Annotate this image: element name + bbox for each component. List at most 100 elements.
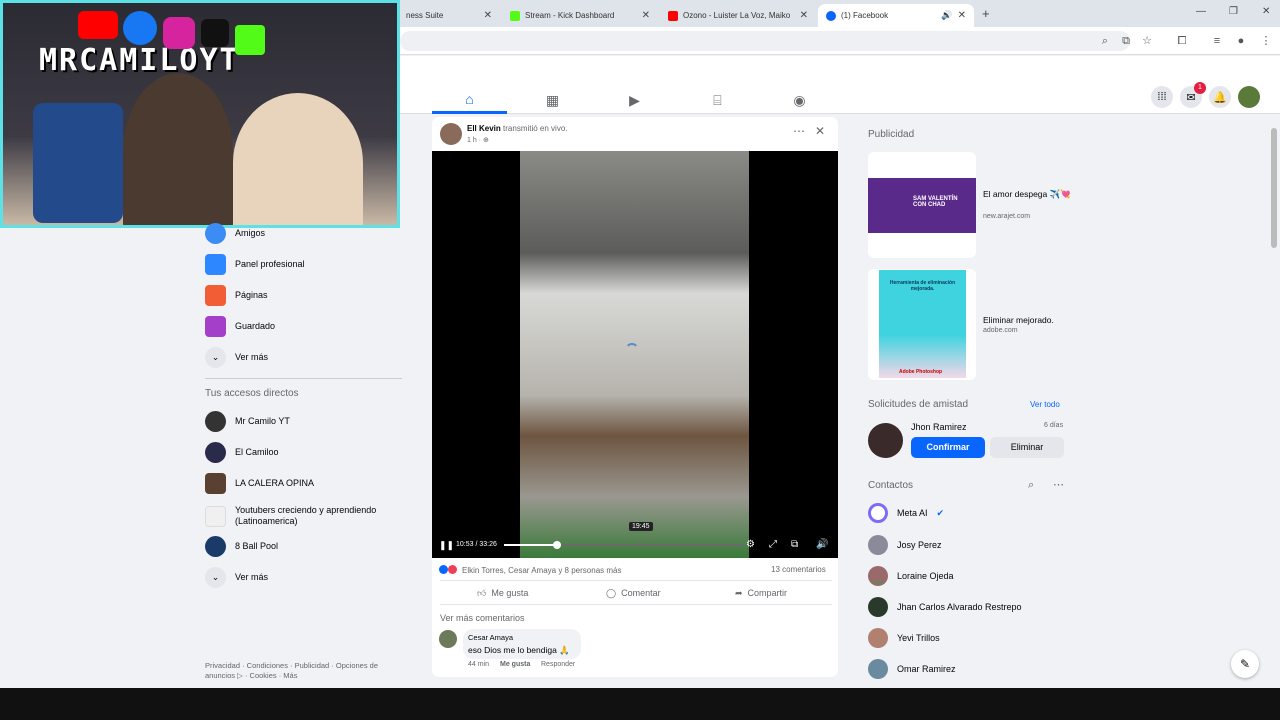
speaker-icon[interactable]: 🔊: [941, 10, 952, 21]
contact-item[interactable]: Yevi Trillos: [868, 627, 940, 649]
ad-image-adobe[interactable]: Herramienta de eliminación mejorada. Ado…: [879, 270, 966, 378]
volume-icon[interactable]: 🔊: [816, 539, 828, 550]
shortcut-item[interactable]: El Camiloo: [205, 441, 279, 463]
comments-count[interactable]: 13 comentarios: [771, 565, 826, 574]
ad-title[interactable]: El amor despega ✈️💘: [983, 189, 1078, 200]
shortcut-label: Mr Camilo YT: [235, 416, 290, 426]
new-tab-button[interactable]: +: [982, 6, 990, 21]
ads-title: Publicidad: [868, 129, 915, 140]
picture-in-picture-icon[interactable]: ⧉: [791, 539, 798, 550]
close-tab-icon[interactable]: ✕: [800, 10, 808, 21]
pause-icon[interactable]: ❚❚: [439, 540, 454, 551]
nav-saved[interactable]: Guardado: [205, 315, 275, 337]
install-app-icon[interactable]: ⧉: [1118, 33, 1134, 49]
nav-friends[interactable]: Amigos: [205, 222, 265, 244]
shortcuts-title: Tus accesos directos: [205, 388, 299, 399]
friend-requests-title: Solicitudes de amistad: [868, 399, 969, 410]
ad-image-text: Herramienta de eliminación mejorada.: [889, 280, 956, 292]
reactions-summary[interactable]: Elkin Torres, Cesar Amaya y 8 personas m…: [462, 566, 621, 575]
avatar: [205, 410, 226, 432]
window-close-icon[interactable]: ✕: [1262, 6, 1270, 17]
browser-tab[interactable]: Stream - Kick Dashboard ✕: [502, 4, 658, 27]
see-all-link[interactable]: Ver todo: [1030, 400, 1060, 409]
like-label: Me gusta: [491, 588, 529, 598]
author-name[interactable]: Ell Kevin: [467, 124, 501, 133]
delete-button[interactable]: Eliminar: [990, 437, 1064, 458]
contact-item[interactable]: Josy Perez: [868, 534, 942, 556]
comment-like-link[interactable]: Me gusta: [500, 661, 530, 668]
close-tab-icon[interactable]: ✕: [484, 10, 492, 21]
comment-button[interactable]: ◯ Comentar: [606, 585, 661, 601]
shortcut-item[interactable]: Mr Camilo YT: [205, 410, 290, 432]
close-tab-icon[interactable]: ✕: [958, 10, 966, 21]
confirm-button[interactable]: Confirmar: [911, 437, 985, 458]
shortcut-item[interactable]: LA CALERA OPINA: [205, 472, 314, 494]
pages-nav-icon[interactable]: ▦: [515, 86, 590, 114]
thumbs-up-icon: 👍︎: [477, 587, 487, 598]
contact-status: 6 min: [872, 580, 885, 586]
ad-title[interactable]: Eliminar mejorado.: [983, 315, 1054, 325]
nav-pages[interactable]: Páginas: [205, 284, 268, 306]
media-control-icon[interactable]: ≡: [1209, 33, 1225, 49]
video-scrubber[interactable]: [552, 541, 561, 549]
browser-menu-icon[interactable]: ⋮: [1258, 33, 1274, 49]
nav-see-more[interactable]: ⌄ Ver más: [205, 346, 268, 368]
tab-label: Ozono - Luister La Voz, Maiko: [683, 11, 791, 20]
address-bar[interactable]: [400, 31, 1130, 51]
request-avatar[interactable]: [868, 423, 903, 458]
nav-professional-panel[interactable]: Panel profesional: [205, 253, 305, 275]
comment-text: eso Dios me lo bendiga 🙏: [468, 645, 570, 655]
contact-name: Jhan Carlos Alvarado Restrepo: [897, 602, 1022, 612]
profile-icon[interactable]: ●: [1233, 33, 1249, 49]
more-options-icon[interactable]: ⋯: [1053, 478, 1064, 491]
commenter-avatar[interactable]: [439, 630, 457, 648]
close-tab-icon[interactable]: ✕: [642, 10, 650, 21]
video-nav-icon[interactable]: ▶: [597, 86, 672, 114]
request-name[interactable]: Jhon Ramirez: [911, 422, 967, 432]
close-icon[interactable]: ✕: [815, 124, 825, 138]
post-time[interactable]: 1 h · ⊕: [467, 136, 489, 144]
shortcut-label: LA CALERA OPINA: [235, 478, 315, 488]
shortcut-item[interactable]: Youtubers creciendo y aprendiendo (Latin…: [205, 503, 395, 529]
home-nav-icon[interactable]: ⌂: [432, 86, 507, 114]
commenter-name[interactable]: Cesar Amaya: [468, 633, 513, 642]
like-button[interactable]: 👍︎ Me gusta: [477, 585, 528, 601]
contact-item[interactable]: Meta AI ✔: [868, 502, 944, 524]
more-options-icon[interactable]: ⋯: [793, 124, 805, 138]
shortcuts-see-more[interactable]: ⌄ Ver más: [205, 566, 268, 588]
browser-tab[interactable]: Ozono - Luister La Voz, Maiko ✕: [660, 4, 816, 27]
ad-image-text: SAM VALENTÍN CON CHAD: [913, 196, 958, 208]
search-icon[interactable]: ⌕: [1028, 479, 1034, 492]
groups-nav-icon[interactable]: ◉: [762, 86, 837, 114]
bookmark-star-icon[interactable]: ☆: [1139, 33, 1155, 49]
scrollbar[interactable]: [1271, 128, 1277, 248]
menu-grid-icon[interactable]: ⁞⁞⁞: [1151, 86, 1173, 108]
share-button[interactable]: ➦ Compartir: [735, 585, 787, 601]
chevron-down-icon: ⌄: [205, 346, 226, 368]
more-comments-link[interactable]: Ver más comentarios: [440, 613, 525, 623]
browser-tab-active[interactable]: (1) Facebook 🔊 ✕: [818, 4, 974, 27]
video-progress-fill: [504, 544, 557, 546]
marketplace-nav-icon[interactable]: ⌸: [680, 86, 755, 114]
youtube-icon: [668, 10, 678, 21]
footer-links[interactable]: Privacidad · Condiciones · Publicidad · …: [205, 661, 395, 681]
comment-reply-link[interactable]: Responder: [541, 661, 575, 668]
contact-item[interactable]: Omar Ramirez: [868, 658, 956, 680]
extensions-icon[interactable]: ⧠: [1174, 33, 1190, 49]
globe-icon: ⊕: [482, 137, 489, 144]
notifications-icon[interactable]: 🔔: [1209, 86, 1231, 108]
video-progress-track[interactable]: [504, 544, 744, 546]
browser-tab[interactable]: ness Suite ✕: [398, 4, 500, 27]
zoom-icon[interactable]: ⌕: [1097, 33, 1113, 49]
8-ball-icon: [205, 535, 226, 557]
author-avatar[interactable]: [440, 123, 462, 145]
shortcut-item[interactable]: 8 Ball Pool: [205, 535, 278, 557]
minimize-icon[interactable]: —: [1196, 6, 1206, 17]
contact-item[interactable]: Jhan Carlos Alvarado Restrepo: [868, 596, 1022, 618]
ad-image-arajet[interactable]: SAM VALENTÍN CON CHAD: [868, 178, 976, 233]
settings-icon[interactable]: ⚙: [746, 539, 755, 550]
maximize-icon[interactable]: ❐: [1229, 6, 1238, 17]
new-message-icon[interactable]: ✎: [1231, 650, 1259, 678]
account-avatar[interactable]: [1238, 86, 1260, 108]
fullscreen-icon[interactable]: ⤢: [769, 539, 777, 550]
